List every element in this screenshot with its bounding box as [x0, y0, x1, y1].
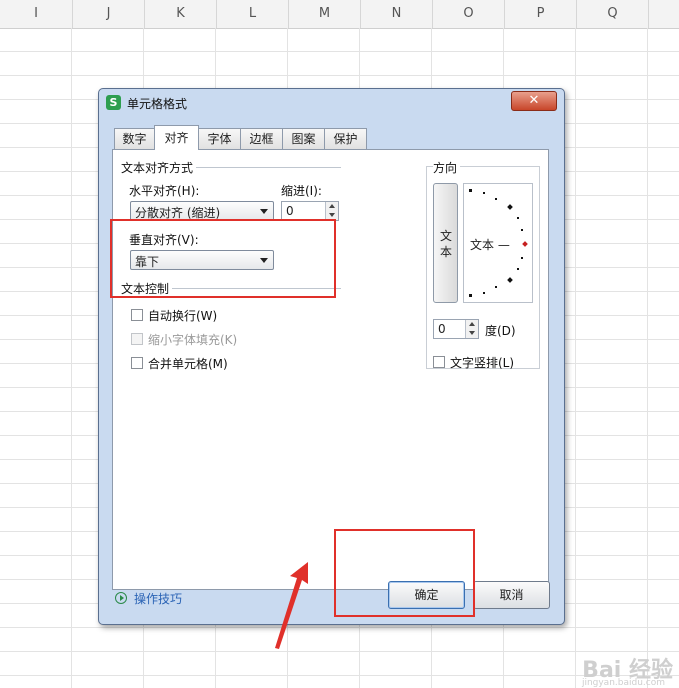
tab-pattern[interactable]: 图案 [282, 128, 325, 149]
dial-mark [469, 294, 472, 297]
degree-label: 度(D) [485, 324, 516, 338]
dial-mark [507, 204, 513, 210]
dial-mark [483, 192, 485, 194]
tab-protection[interactable]: 保护 [324, 128, 367, 149]
column-header-bar: I J K L M N O P Q [0, 0, 679, 29]
indent-label: 缩进(I): [281, 184, 322, 198]
vertical-text-label: 文本 [439, 229, 452, 259]
wps-app-icon: S [106, 95, 121, 110]
column-header-n[interactable]: N [361, 0, 433, 28]
annotation-arrow-icon [275, 562, 308, 649]
indent-stepper[interactable]: 0 [281, 201, 339, 221]
spin-up-icon [469, 322, 475, 326]
column-header-i[interactable]: I [0, 0, 73, 28]
dial-mark [507, 277, 513, 283]
tab-border[interactable]: 边框 [240, 128, 283, 149]
dial-mark [469, 189, 472, 192]
column-header-q[interactable]: Q [577, 0, 649, 28]
tab-font[interactable]: 字体 [198, 128, 241, 149]
column-header-p[interactable]: P [505, 0, 577, 28]
horizontal-align-select[interactable]: 分散对齐 (缩进) [130, 201, 274, 221]
group-rule-align [193, 167, 341, 168]
shrink-to-fit-checkbox[interactable] [131, 333, 143, 345]
degree-spin-buttons[interactable] [465, 320, 478, 338]
format-cells-dialog: S 单元格格式 ✕ 数字 对齐 字体 边框 图案 保护 文本对齐方式 水平对齐(… [98, 88, 565, 625]
column-header-m[interactable]: M [289, 0, 361, 28]
merge-cells-checkbox[interactable] [131, 357, 143, 369]
close-button[interactable]: ✕ [511, 91, 557, 111]
close-icon: ✕ [528, 93, 540, 108]
indent-value: 0 [286, 204, 294, 218]
tips-icon[interactable] [115, 592, 127, 604]
orientation-dial[interactable]: 文本 — [463, 183, 533, 303]
vertical-text-toggle[interactable]: 文本 [433, 183, 458, 303]
orientation-group-title: 方向 [433, 159, 461, 176]
dial-text: 文本 — [470, 238, 510, 252]
dialog-title: 单元格格式 [127, 97, 188, 111]
dial-mark [517, 217, 519, 219]
column-header-j[interactable]: J [73, 0, 145, 28]
shrink-to-fit-label: 缩小字体填充(K) [148, 333, 238, 347]
dial-mark [521, 229, 523, 231]
wrap-text-checkbox[interactable] [131, 309, 143, 321]
alignment-panel: 文本对齐方式 水平对齐(H): 分散对齐 (缩进) 缩进(I): 0 垂直对齐(… [112, 149, 549, 590]
dial-mark [495, 286, 497, 288]
dialog-title-bar[interactable]: S 单元格格式 ✕ [99, 89, 564, 117]
dial-mark [483, 292, 485, 294]
degree-stepper[interactable]: 0 [433, 319, 479, 339]
spin-up-icon [329, 204, 335, 208]
horizontal-align-label: 水平对齐(H): [129, 184, 200, 198]
column-header-l[interactable]: L [217, 0, 289, 28]
dial-pointer [522, 241, 528, 247]
vertical-text-checkbox[interactable] [433, 356, 445, 368]
tab-alignment[interactable]: 对齐 [154, 125, 199, 150]
text-align-group-title: 文本对齐方式 [121, 159, 197, 176]
dial-mark [495, 198, 497, 200]
tab-number[interactable]: 数字 [114, 128, 155, 149]
tips-link[interactable]: 操作技巧 [134, 590, 182, 607]
chevron-down-icon [260, 209, 268, 214]
indent-spin-buttons[interactable] [325, 202, 338, 220]
baidu-watermark-url: jingyan.baidu.com [581, 678, 665, 688]
column-header-o[interactable]: O [433, 0, 505, 28]
column-header-k[interactable]: K [145, 0, 217, 28]
degree-value: 0 [438, 322, 446, 336]
vertical-text-checkbox-label[interactable]: 文字竖排(L) [450, 354, 514, 371]
cancel-button[interactable]: 取消 [473, 581, 550, 609]
dial-mark [521, 257, 523, 259]
highlight-box-vertical-align [110, 219, 336, 298]
spin-down-icon [469, 331, 475, 335]
highlight-box-ok-button [334, 529, 475, 617]
dial-mark [517, 268, 519, 270]
wrap-text-label[interactable]: 自动换行(W) [148, 307, 217, 324]
merge-cells-label[interactable]: 合并单元格(M) [148, 355, 228, 372]
spin-down-icon [329, 213, 335, 217]
